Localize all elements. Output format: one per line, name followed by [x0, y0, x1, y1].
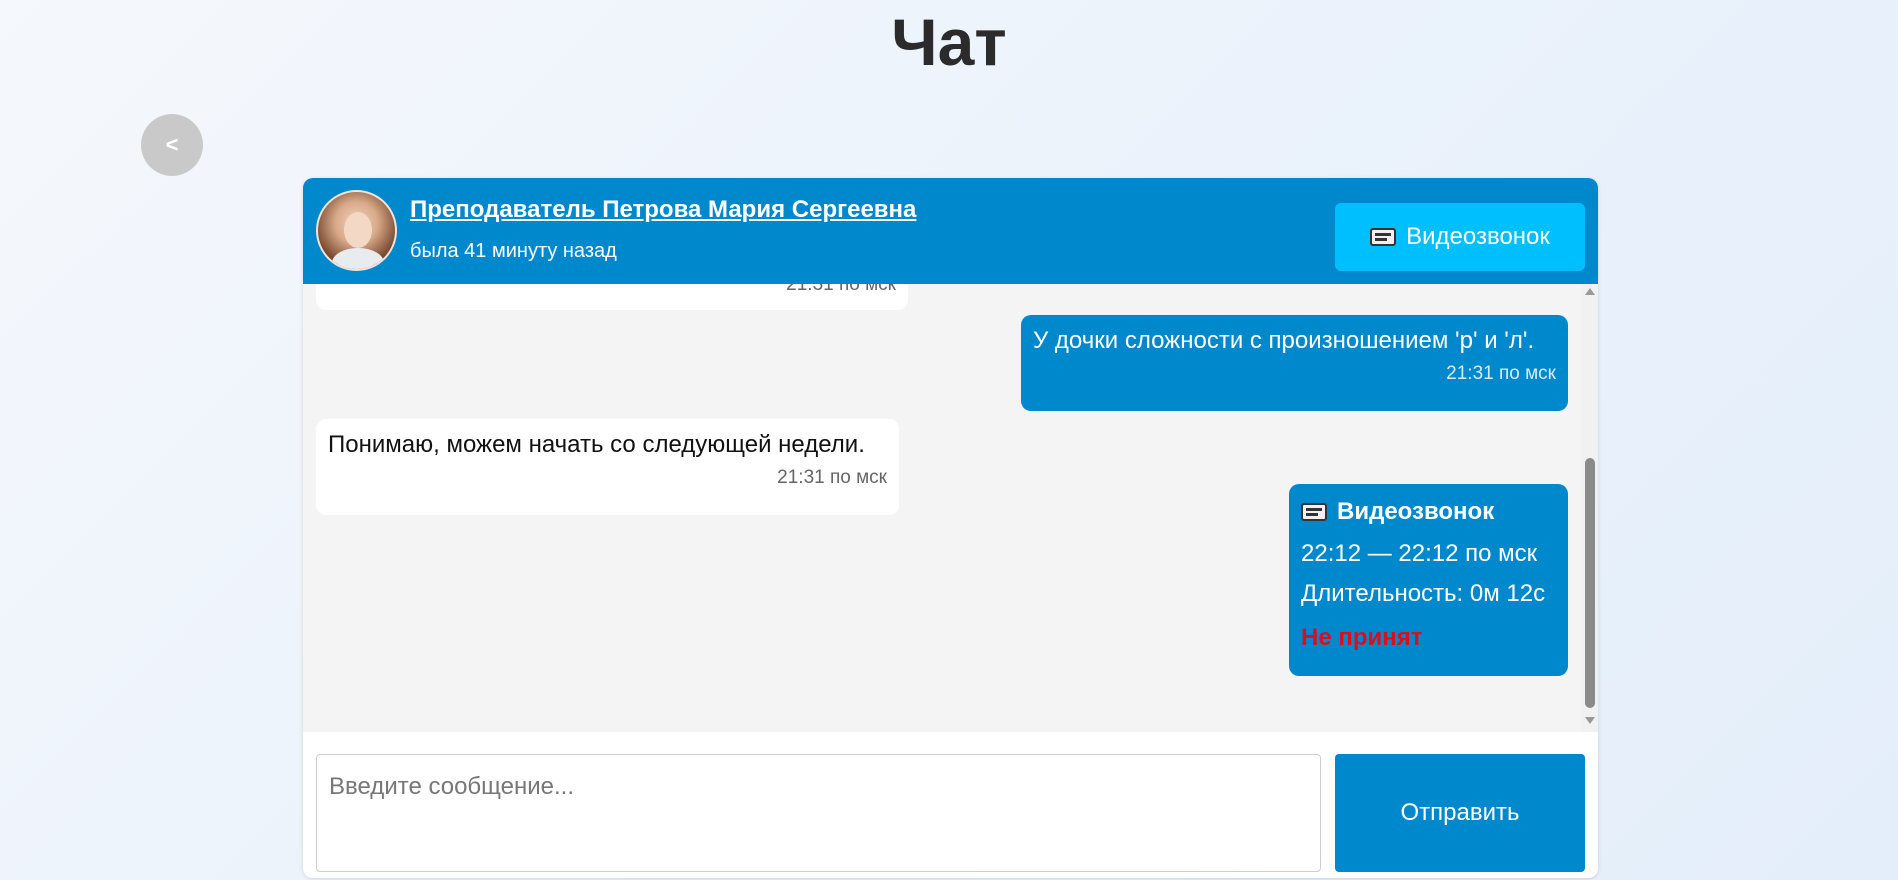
call-status: Не принят [1301, 624, 1423, 651]
scroll-thumb[interactable] [1585, 458, 1595, 708]
message-text: Понимаю, можем начать со следующей недел… [328, 431, 865, 458]
contact-name-link[interactable]: Преподаватель Петрова Мария Сергеевна [410, 196, 916, 224]
video-call-card: Видеозвонок 22:12 — 22:12 по мск Длитель… [1289, 484, 1568, 676]
message-composer: Отправить [303, 732, 1598, 878]
message-list[interactable]: 21:31 по мск У дочки сложности с произно… [303, 284, 1581, 732]
video-call-label: Видеозвонок [1406, 223, 1550, 250]
scroll-down-arrow-icon[interactable] [1585, 717, 1595, 724]
message-time: 21:31 по мск [786, 284, 896, 295]
message-scrollbar[interactable] [1581, 284, 1598, 732]
chat-header: Преподаватель Петрова Мария Сергеевна бы… [303, 178, 1598, 284]
call-card-title: Видеозвонок [1301, 498, 1556, 526]
camera-icon [1370, 228, 1397, 246]
video-call-button[interactable]: Видеозвонок [1335, 203, 1585, 271]
chat-window: Преподаватель Петрова Мария Сергеевна бы… [303, 178, 1598, 878]
call-time-range: 22:12 — 22:12 по мск [1301, 540, 1538, 567]
call-card-title-text: Видеозвонок [1337, 498, 1495, 525]
scroll-up-arrow-icon[interactable] [1585, 288, 1595, 295]
message-incoming-partial: 21:31 по мск [316, 284, 908, 310]
message-time: 21:31 по мск [1446, 363, 1556, 384]
call-duration: Длительность: 0м 12с [1301, 580, 1546, 607]
camera-icon [1301, 503, 1327, 521]
message-input[interactable] [316, 754, 1321, 872]
message-incoming: Понимаю, можем начать со следующей недел… [316, 419, 899, 515]
message-text: У дочки сложности с произношением 'р' и … [1033, 327, 1535, 354]
contact-status: была 41 минуту назад [410, 240, 617, 262]
message-time: 21:31 по мск [777, 467, 887, 488]
page-title: Чат [891, 5, 1007, 79]
avatar[interactable] [316, 190, 397, 271]
send-button[interactable]: Отправить [1335, 754, 1585, 872]
message-outgoing: У дочки сложности с произношением 'р' и … [1021, 315, 1568, 411]
back-button[interactable]: < [141, 114, 203, 176]
